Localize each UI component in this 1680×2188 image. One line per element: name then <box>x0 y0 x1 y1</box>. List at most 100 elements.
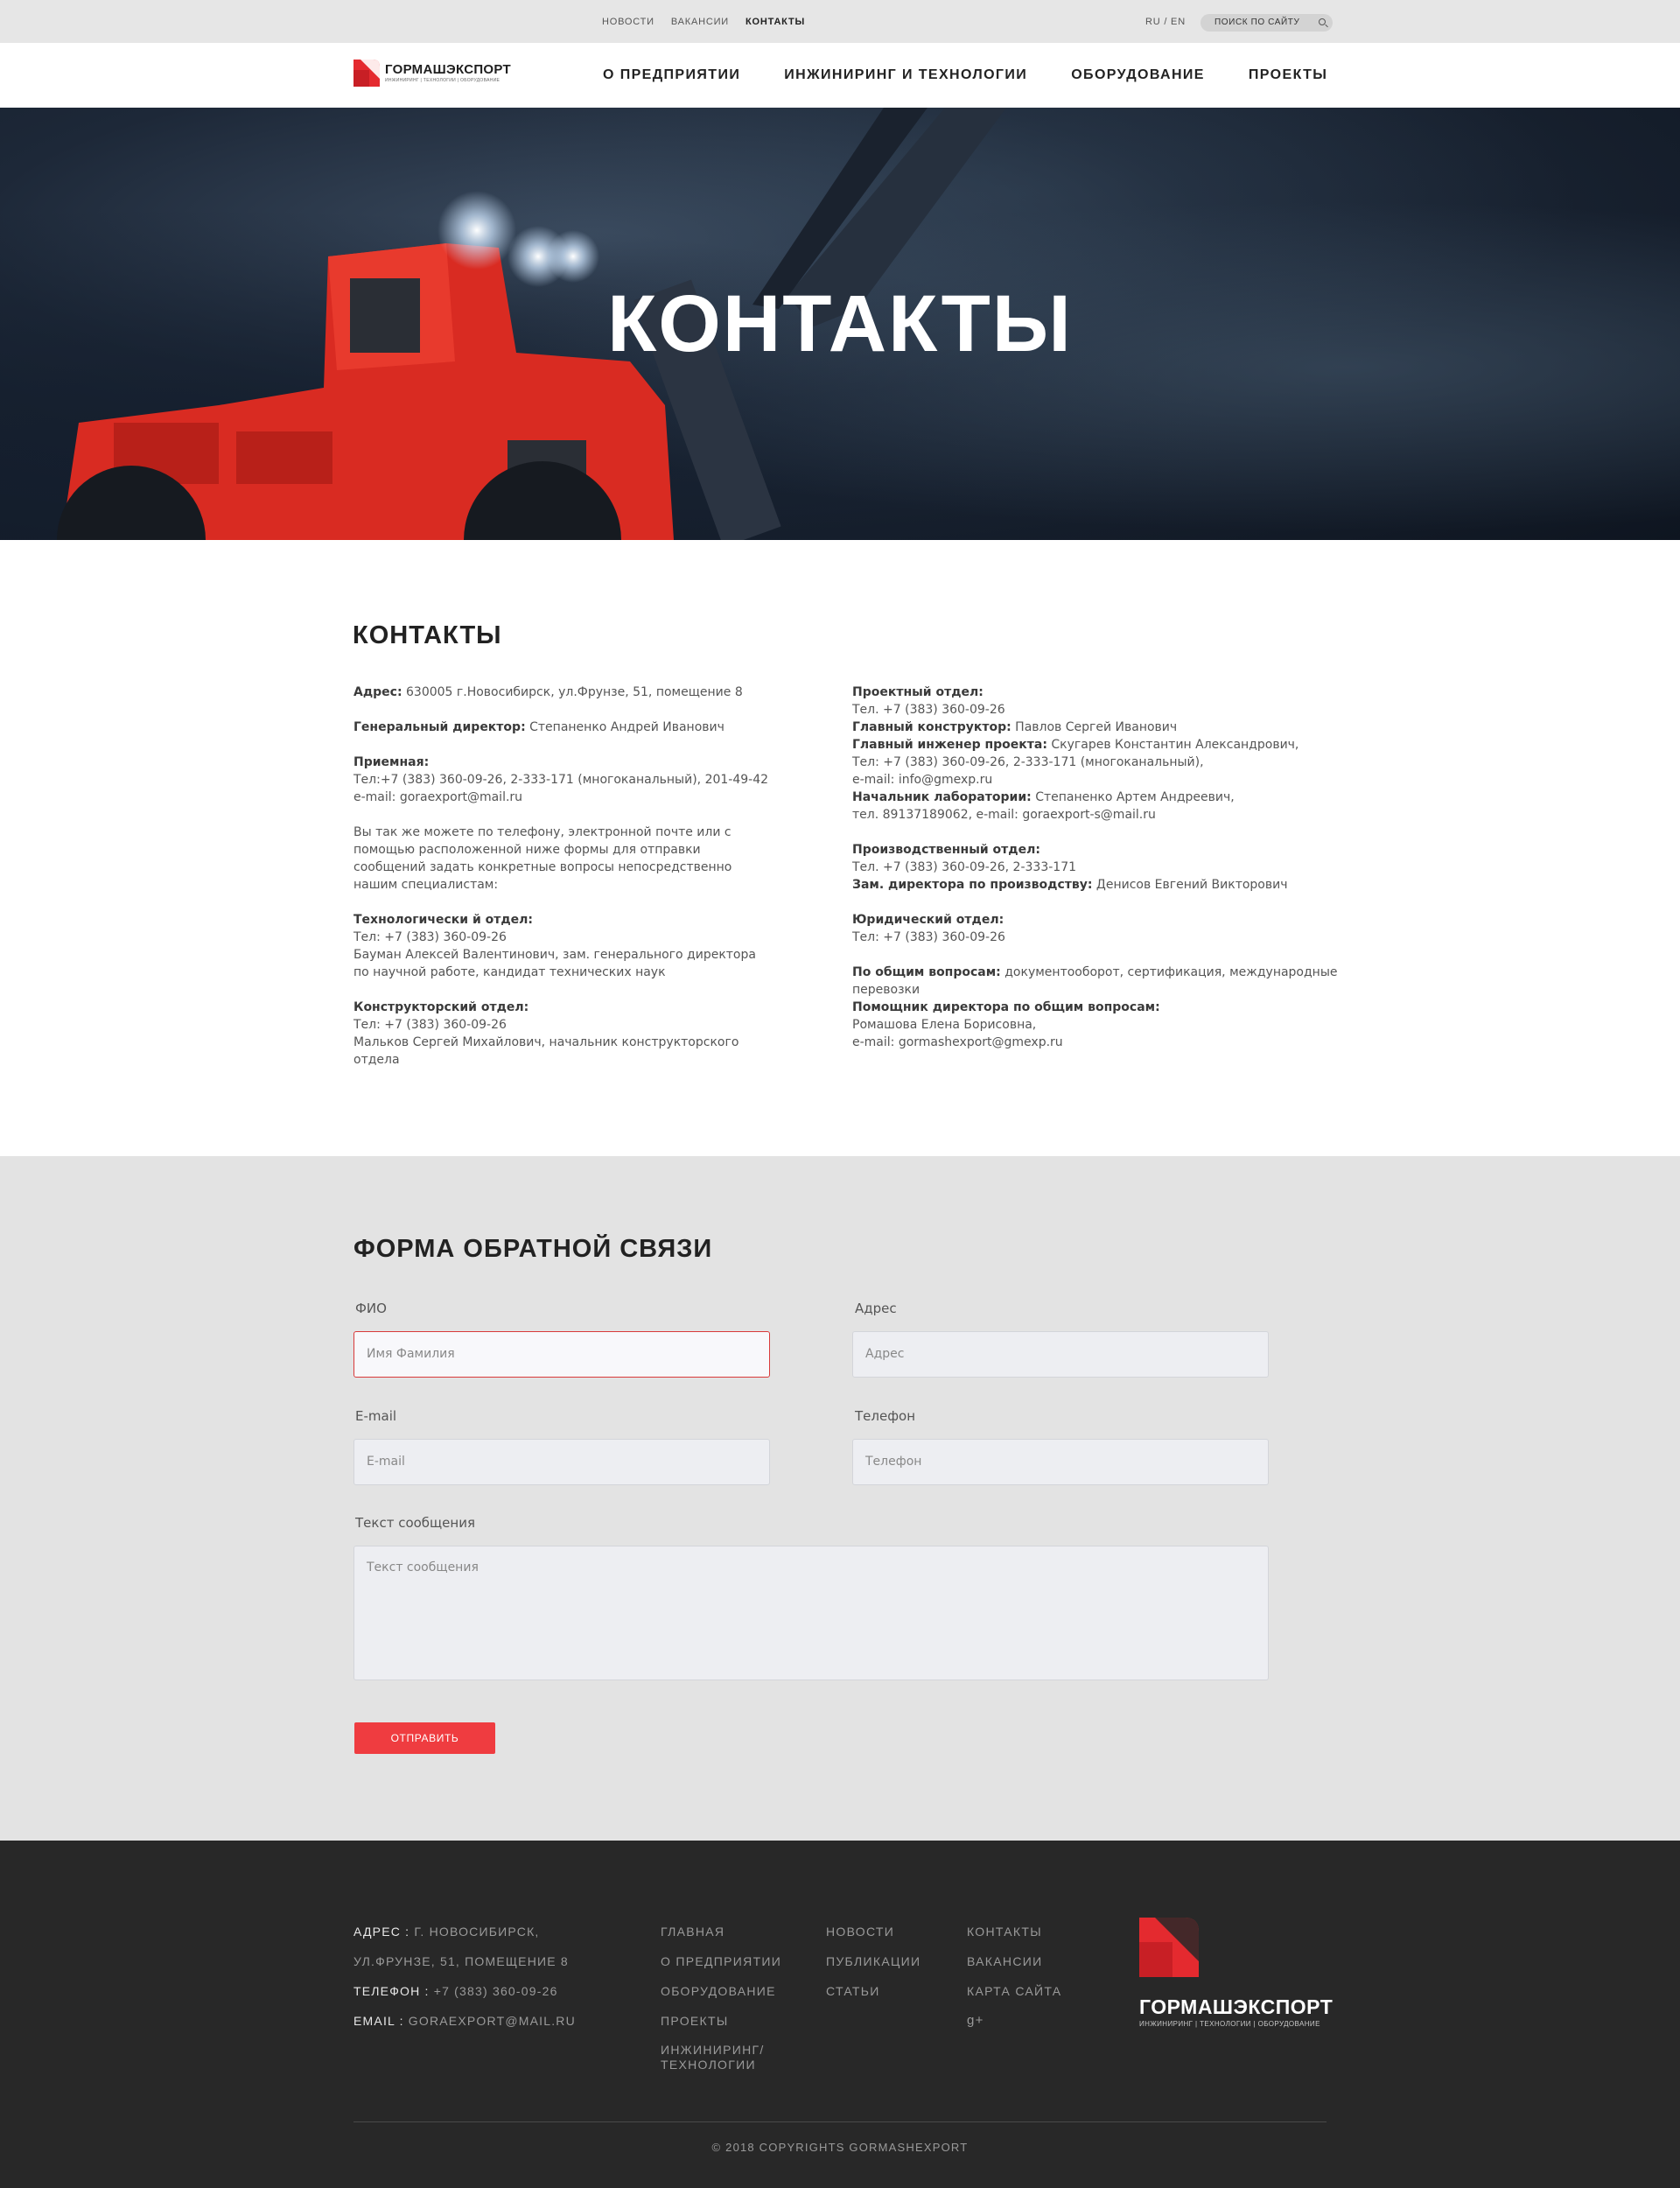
form-title: ФОРМА ОБРАТНОЙ СВЯЗИ <box>354 1235 713 1263</box>
footer-divider <box>354 2121 1326 2122</box>
legal-dept-label: Юридический отдел: <box>852 913 1004 927</box>
feedback-form-section: ФОРМА ОБРАТНОЙ СВЯЗИ ФИО Имя Фамилия Адр… <box>0 1156 1680 1841</box>
phone-input[interactable]: Телефон <box>852 1439 1269 1485</box>
nav-engineering[interactable]: ИНЖИНИРИНГ И ТЕХНОЛОГИИ <box>784 67 1027 83</box>
logo[interactable]: ГОРМАШЭКСПОРТ ИНЖИНИРИНГ | ТЕХНОЛОГИИ | … <box>354 60 511 87</box>
logo-tagline: ИНЖИНИРИНГ | ТЕХНОЛОГИИ | ОБОРУДОВАНИЕ <box>385 77 500 83</box>
chief-designer-value: Павлов Сергей Иванович <box>1015 720 1178 734</box>
nav-about[interactable]: О ПРЕДПРИЯТИИ <box>603 67 740 83</box>
contacts-section: КОНТАКТЫ Адрес: 630005 г.Новосибирск, ул… <box>0 540 1680 1156</box>
footer-phone[interactable]: +7 (383) 360-09-26 <box>434 1984 558 1998</box>
message-label: Текст сообщения <box>355 1515 475 1531</box>
design-dept-label: Конструкторский отдел: <box>354 1000 529 1014</box>
reception-email[interactable]: e-mail: goraexport@mail.ru <box>354 790 522 804</box>
site-search[interactable]: ПОИСК ПО САЙТУ <box>1200 14 1333 32</box>
general-label: По общим вопросам: <box>852 965 1001 979</box>
lab-head-value: Степаненко Артем Андреевич, <box>1035 790 1235 804</box>
submit-button[interactable]: ОТПРАВИТЬ <box>354 1722 495 1754</box>
address-label: Адрес: <box>354 685 402 699</box>
footer-link-equipment[interactable]: ОБОРУДОВАНИЕ <box>661 1976 783 2006</box>
project-dept-phone: Тел. +7 (383) 360-09-26 <box>852 703 1005 717</box>
email-label: E-mail <box>355 1408 397 1424</box>
legal-dept-phone: Тел: +7 (383) 360-09-26 <box>852 930 1005 944</box>
contacts-right-column: Проектный отдел: Тел. +7 (383) 360-09-26… <box>852 684 1342 1069</box>
message-textarea[interactable]: Текст сообщения <box>354 1546 1269 1680</box>
fio-input[interactable]: Имя Фамилия <box>354 1331 770 1378</box>
reception-phone: Тел:+7 (383) 360-09-26, 2-333-171 (много… <box>354 773 769 787</box>
footer-phone-label: ТЕЛЕФОН : <box>354 1984 430 1998</box>
design-dept-person: Мальков Сергей Михайлович, начальник кон… <box>354 1035 739 1067</box>
footer-link-engineering[interactable]: ИНЖИНИРИНГ/ ТЕХНОЛОГИИ <box>661 2043 783 2072</box>
logo-name: ГОРМАШЭКСПОРТ <box>385 61 511 77</box>
director-label: Генеральный директор: <box>354 720 526 734</box>
footer-link-about[interactable]: О ПРЕДПРИЯТИИ <box>661 1946 783 1976</box>
lab-head-contact: тел. 89137189062, e-mail: goraexport-s@m… <box>852 808 1156 822</box>
chief-engineer-phone: Тел: +7 (383) 360-09-26, 2-333-171 (мног… <box>852 755 1204 769</box>
footer: АДРЕС : Г. НОВОСИБИРСК, УЛ.ФРУНЗЕ, 51, П… <box>0 1841 1680 2188</box>
assistant-email[interactable]: e-mail: gormashexport@gmexp.ru <box>852 1035 1063 1049</box>
footer-email[interactable]: GORAEXPORT@MAIL.RU <box>409 2014 576 2028</box>
footer-link-contacts[interactable]: КОНТАКТЫ <box>967 1917 1061 1946</box>
language-switcher[interactable]: RU / EN <box>1145 17 1186 27</box>
production-deputy-label: Зам. директора по производству: <box>852 878 1093 892</box>
nav-equipment[interactable]: ОБОРУДОВАНИЕ <box>1071 67 1205 83</box>
top-utility-bar: НОВОСТИ ВАКАНСИИ КОНТАКТЫ RU / EN ПОИСК … <box>0 0 1680 43</box>
chief-engineer-email[interactable]: e-mail: info@gmexp.ru <box>852 773 992 787</box>
production-dept-label: Производственный отдел: <box>852 843 1040 857</box>
footer-col-contacts: КОНТАКТЫ ВАКАНСИИ КАРТА САЙТА g+ <box>967 1917 1061 2036</box>
assistant-name: Ромашова Елена Борисовна, <box>852 1018 1037 1032</box>
project-dept-block: Проектный отдел: Тел. +7 (383) 360-09-26… <box>852 684 1342 824</box>
footer-link-articles[interactable]: СТАТЬИ <box>826 1976 920 2006</box>
address-input[interactable]: Адрес <box>852 1331 1269 1378</box>
footer-link-sitemap[interactable]: КАРТА САЙТА <box>967 1976 1061 2006</box>
production-dept-block: Производственный отдел: Тел. +7 (383) 36… <box>852 841 1342 894</box>
footer-link-publications[interactable]: ПУБЛИКАЦИИ <box>826 1946 920 1976</box>
chief-engineer-value: Скугарев Константин Александрович, <box>1051 738 1299 752</box>
footer-contact: АДРЕС : Г. НОВОСИБИРСК, УЛ.ФРУНЗЕ, 51, П… <box>354 1917 576 2036</box>
footer-logo-name: ГОРМАШЭКСПОРТ <box>1139 1995 1334 2018</box>
email-input[interactable]: E-mail <box>354 1439 770 1485</box>
tech-dept-person: Бауман Алексей Валентинович, зам. генера… <box>354 948 756 979</box>
top-nav-news[interactable]: НОВОСТИ <box>602 17 654 27</box>
footer-address-line2: УЛ.ФРУНЗЕ, 51, ПОМЕЩЕНИЕ 8 <box>354 1954 569 1968</box>
design-dept-block: Конструкторский отдел: Тел: +7 (383) 360… <box>354 999 774 1069</box>
top-nav-contacts[interactable]: КОНТАКТЫ <box>746 17 805 27</box>
design-dept-phone: Тел: +7 (383) 360-09-26 <box>354 1018 507 1032</box>
hero-banner: КОНТАКТЫ <box>0 108 1680 540</box>
project-dept-label: Проектный отдел: <box>852 685 984 699</box>
tech-dept-block: Технологически й отдел: Тел: +7 (383) 36… <box>354 911 774 981</box>
main-header: ГОРМАШЭКСПОРТ ИНЖИНИРИНГ | ТЕХНОЛОГИИ | … <box>0 43 1680 108</box>
footer-link-vacancies[interactable]: ВАКАНСИИ <box>967 1946 1061 1976</box>
address-block: Адрес: 630005 г.Новосибирск, ул.Фрунзе, … <box>354 684 774 701</box>
footer-logo-mark-icon <box>1139 1918 1199 1977</box>
footer-col-main: ГЛАВНАЯ О ПРЕДПРИЯТИИ ОБОРУДОВАНИЕ ПРОЕК… <box>661 1917 783 2072</box>
search-icon[interactable] <box>1319 18 1326 25</box>
main-nav: О ПРЕДПРИЯТИИ ИНЖИНИРИНГ И ТЕХНОЛОГИИ ОБ… <box>603 67 1327 83</box>
footer-link-home[interactable]: ГЛАВНАЯ <box>661 1917 783 1946</box>
hero-title: КОНТАКТЫ <box>607 279 1073 368</box>
copyright: © 2018 COPYRIGHTS GORMASHEXPORT <box>711 2141 969 2154</box>
tech-dept-phone: Тел: +7 (383) 360-09-26 <box>354 930 507 944</box>
chief-engineer-label: Главный инженер проекта: <box>852 738 1047 752</box>
chief-designer-label: Главный конструктор: <box>852 720 1012 734</box>
legal-dept-block: Юридический отдел: Тел: +7 (383) 360-09-… <box>852 911 1342 946</box>
top-nav: НОВОСТИ ВАКАНСИИ КОНТАКТЫ <box>602 17 805 27</box>
footer-logo[interactable]: ГОРМАШЭКСПОРТ ИНЖИНИРИНГ | ТЕХНОЛОГИИ | … <box>1139 1918 1333 2028</box>
fio-label: ФИО <box>355 1301 387 1316</box>
nav-projects[interactable]: ПРОЕКТЫ <box>1249 67 1327 83</box>
lab-head-label: Начальник лаборатории: <box>852 790 1032 804</box>
tech-dept-label: Технологически й отдел: <box>354 913 534 927</box>
footer-address-label: АДРЕС : <box>354 1925 410 1939</box>
top-nav-vacancies[interactable]: ВАКАНСИИ <box>671 17 729 27</box>
contacts-title: КОНТАКТЫ <box>353 621 502 649</box>
search-label: ПОИСК ПО САЙТУ <box>1214 18 1300 27</box>
footer-email-label: EMAIL : <box>354 2014 404 2028</box>
footer-col-news: НОВОСТИ ПУБЛИКАЦИИ СТАТЬИ <box>826 1917 920 2006</box>
footer-link-projects[interactable]: ПРОЕКТЫ <box>661 2006 783 2036</box>
director-block: Генеральный директор: Степаненко Андрей … <box>354 719 774 736</box>
address-value: 630005 г.Новосибирск, ул.Фрунзе, 51, пом… <box>406 685 743 699</box>
footer-link-news[interactable]: НОВОСТИ <box>826 1917 920 1946</box>
production-deputy-value: Денисов Евгений Викторович <box>1096 878 1288 892</box>
google-plus-icon[interactable]: g+ <box>967 2006 1061 2036</box>
logo-mark-icon <box>354 60 380 87</box>
